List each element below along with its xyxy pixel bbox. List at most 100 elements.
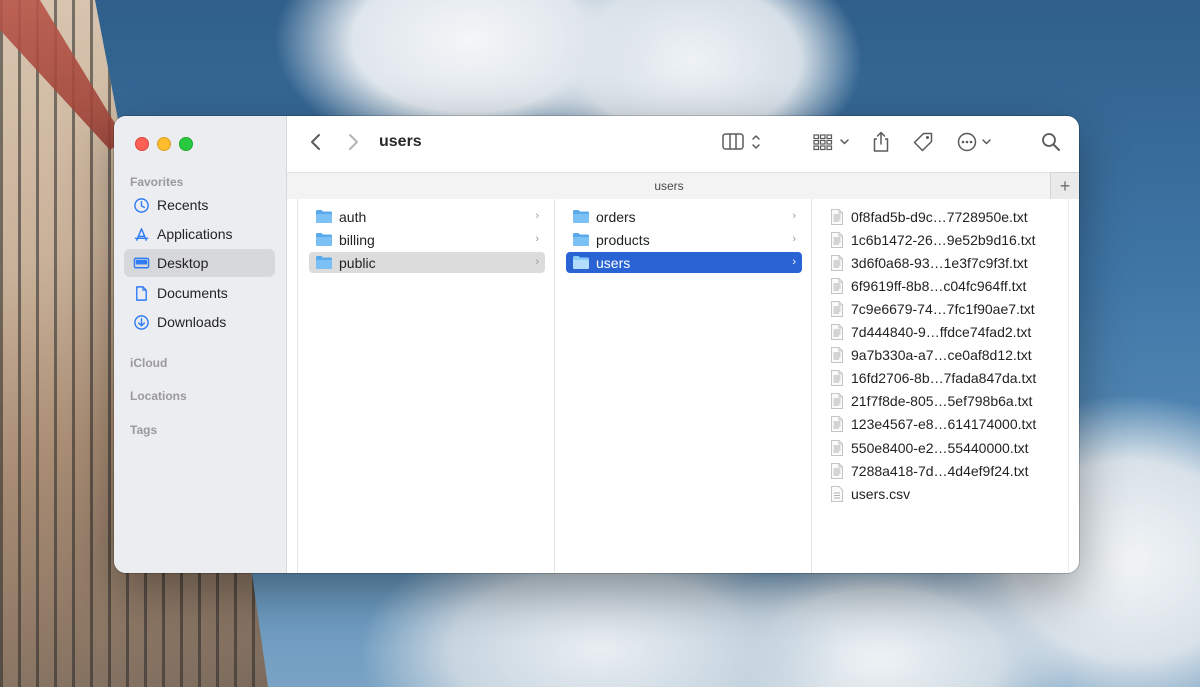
share-icon [873, 131, 889, 152]
new-tab-button[interactable]: + [1050, 172, 1079, 200]
more-actions-button[interactable] [956, 130, 996, 154]
chevron-right-icon: › [535, 256, 539, 268]
text-file-icon [830, 254, 844, 271]
folder-icon [572, 232, 590, 248]
file-item[interactable]: 0f8fad5b-d9c…7728950e.txt [830, 206, 1028, 227]
file-name: 9a7b330a-a7…ce0af8d12.txt [851, 347, 1032, 364]
search-button[interactable] [1039, 130, 1063, 154]
list-item[interactable]: billing › [309, 229, 545, 250]
download-icon [132, 313, 150, 331]
toolbar: users [287, 116, 1079, 168]
file-name: 21f7f8de-805…5ef798b6a.txt [851, 393, 1033, 410]
path-tab[interactable]: users [287, 172, 1051, 200]
chevron-right-icon: › [792, 256, 796, 268]
zoom-button[interactable] [179, 137, 193, 151]
sidebar-item-label: Desktop [157, 255, 209, 271]
file-item[interactable]: 6f9619ff-8b8…c04fc964ff.txt [830, 275, 1026, 296]
text-file-icon [830, 300, 844, 317]
minimize-button[interactable] [157, 137, 171, 151]
file-name: 1c6b1472-26…9e52b9d16.txt [851, 231, 1036, 248]
chevron-right-icon: › [792, 210, 796, 222]
folder-icon [315, 232, 333, 248]
group-button[interactable] [813, 130, 853, 154]
sidebar-heading-locations[interactable]: Locations [130, 389, 187, 403]
sidebar-item-documents[interactable]: Documents [124, 279, 275, 307]
sidebar-item-downloads[interactable]: Downloads [124, 308, 275, 336]
text-file-icon [830, 324, 844, 340]
file-name: 123e4567-e8…614174000.txt [851, 416, 1037, 433]
sidebar-item-label: Downloads [157, 314, 227, 330]
sidebar-item-applications[interactable]: Applications [124, 220, 275, 248]
file-name: 7288a418-7d…4d4ef9f24.txt [851, 462, 1029, 479]
document-icon [132, 284, 150, 302]
sidebar-item-label: Documents [157, 285, 228, 301]
text-file-icon [830, 347, 844, 364]
list-item[interactable]: orders › [566, 206, 802, 227]
text-file-icon [830, 370, 844, 387]
main-area: users users + auth › billing › public › … [287, 116, 1079, 573]
file-item[interactable]: 7d444840-9…ffdce74fad2.txt [830, 322, 1031, 343]
view-mode-button[interactable] [722, 130, 768, 154]
sidebar-item-label: Recents [157, 197, 209, 213]
sidebar-heading-icloud[interactable]: iCloud [130, 356, 167, 370]
file-name: 7d444840-9…ffdce74fad2.txt [851, 324, 1032, 340]
column-3: 0f8fad5b-d9c…7728950e.txt 1c6b1472-26…9e5… [812, 199, 1068, 573]
text-file-icon [830, 231, 844, 248]
grid-icon [813, 134, 849, 151]
file-item[interactable]: 1c6b1472-26…9e52b9d16.txt [830, 229, 1035, 250]
desktop-icon [132, 254, 150, 272]
sidebar-item-desktop[interactable]: Desktop [124, 249, 275, 277]
text-file-icon [830, 416, 844, 433]
finder-window: Favorites Recents Applications Desktop D… [114, 116, 1079, 573]
file-name: 3d6f0a68-93…1e3f7c9f3f.txt [851, 254, 1028, 271]
back-button[interactable] [305, 130, 327, 154]
chevron-right-icon [349, 134, 358, 150]
column-browser: auth › billing › public › orders › produ… [287, 199, 1079, 573]
folder-icon [315, 209, 333, 225]
chevron-right-icon: › [535, 233, 539, 245]
file-item[interactable]: 7288a418-7d…4d4ef9f24.txt [830, 460, 1028, 481]
traffic-lights [135, 137, 193, 151]
share-button[interactable] [869, 130, 893, 154]
forward-button[interactable] [342, 130, 364, 154]
file-item[interactable]: 7c9e6679-74…7fc1f90ae7.txt [830, 298, 1035, 319]
search-icon [1042, 133, 1060, 151]
list-item[interactable]: products › [566, 229, 802, 250]
text-file-icon [830, 277, 844, 294]
chevron-right-icon: › [535, 210, 539, 222]
window-title: users [379, 133, 422, 150]
sidebar-heading-favorites[interactable]: Favorites [130, 175, 183, 189]
sidebar-item-label: Applications [157, 226, 233, 242]
file-item[interactable]: 550e8400-e2…55440000.txt [830, 437, 1028, 458]
list-item-label: users [596, 254, 631, 271]
sidebar-heading-tags[interactable]: Tags [130, 423, 157, 437]
tag-icon [913, 132, 933, 152]
text-file-icon [830, 393, 844, 410]
list-item[interactable]: public › [309, 252, 545, 273]
list-item-label: products [596, 231, 650, 248]
column-2: orders › products › users › [555, 199, 812, 573]
list-item[interactable]: users › [566, 252, 802, 273]
file-name: 16fd2706-8b…7fada847da.txt [851, 370, 1037, 387]
file-name: 6f9619ff-8b8…c04fc964ff.txt [851, 277, 1027, 294]
folder-icon [572, 255, 590, 271]
column-gutter [287, 199, 298, 573]
file-item[interactable]: users.csv [830, 483, 910, 504]
text-file-icon [830, 208, 844, 225]
list-item-label: auth [339, 208, 367, 225]
file-name: 7c9e6679-74…7fc1f90ae7.txt [851, 300, 1035, 317]
text-file-icon [830, 439, 844, 456]
sidebar-item-recents[interactable]: Recents [124, 191, 275, 219]
list-item-label: orders [596, 208, 636, 225]
close-button[interactable] [135, 137, 149, 151]
column-view-icon [722, 133, 760, 150]
file-item[interactable]: 9a7b330a-a7…ce0af8d12.txt [830, 345, 1032, 366]
list-item[interactable]: auth › [309, 206, 545, 227]
file-item[interactable]: 3d6f0a68-93…1e3f7c9f3f.txt [830, 252, 1028, 273]
file-item[interactable]: 16fd2706-8b…7fada847da.txt [830, 368, 1036, 389]
file-name: 0f8fad5b-d9c…7728950e.txt [851, 208, 1028, 225]
tag-button[interactable] [910, 130, 936, 154]
file-name: 550e8400-e2…55440000.txt [851, 439, 1029, 456]
file-item[interactable]: 123e4567-e8…614174000.txt [830, 414, 1036, 435]
file-item[interactable]: 21f7f8de-805…5ef798b6a.txt [830, 391, 1032, 412]
